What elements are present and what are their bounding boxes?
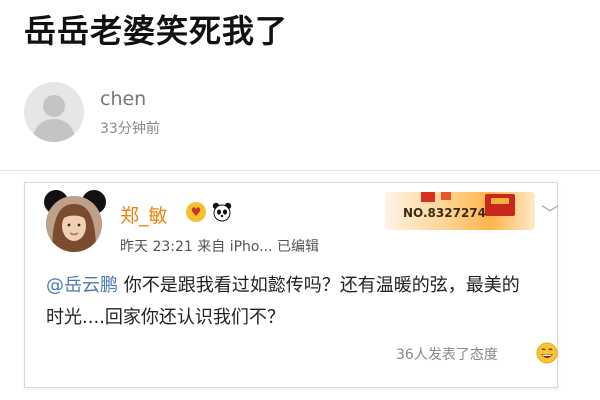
- divider: [0, 170, 600, 171]
- avatar[interactable]: [24, 82, 84, 142]
- grin-emoji-icon[interactable]: [536, 342, 558, 364]
- post-timestamp: 33分钟前: [100, 121, 160, 137]
- reaction-count[interactable]: 36人发表了态度: [396, 344, 498, 364]
- weibo-text-body: 你不是跟我看过如懿传吗？还有温暖的弦，最美的时光....回家你还认识我们不？: [46, 275, 520, 328]
- chevron-down-icon[interactable]: ﹀: [541, 200, 559, 226]
- mention-link[interactable]: @岳云鹏: [46, 275, 118, 296]
- user-avatar[interactable]: [46, 196, 102, 252]
- author-name[interactable]: chen: [100, 88, 146, 110]
- post-meta: 昨天 23:21 来自 iPho... 已编辑: [120, 239, 320, 255]
- panda-icon: [212, 202, 232, 222]
- post-title: 岳岳老婆笑死我了: [24, 12, 289, 50]
- weibo-text: @岳云鹏 你不是跟我看过如懿传吗？还有温暖的弦，最美的时光....回家你还认识我…: [46, 270, 536, 334]
- default-avatar-icon: [32, 95, 76, 142]
- fan-card-number: NO.8327274: [403, 206, 486, 220]
- heart-eyes-emoji-icon: ♥: [186, 202, 206, 222]
- user-photo-icon: [46, 196, 102, 252]
- weibo-user-name[interactable]: 郑_敏: [120, 201, 168, 228]
